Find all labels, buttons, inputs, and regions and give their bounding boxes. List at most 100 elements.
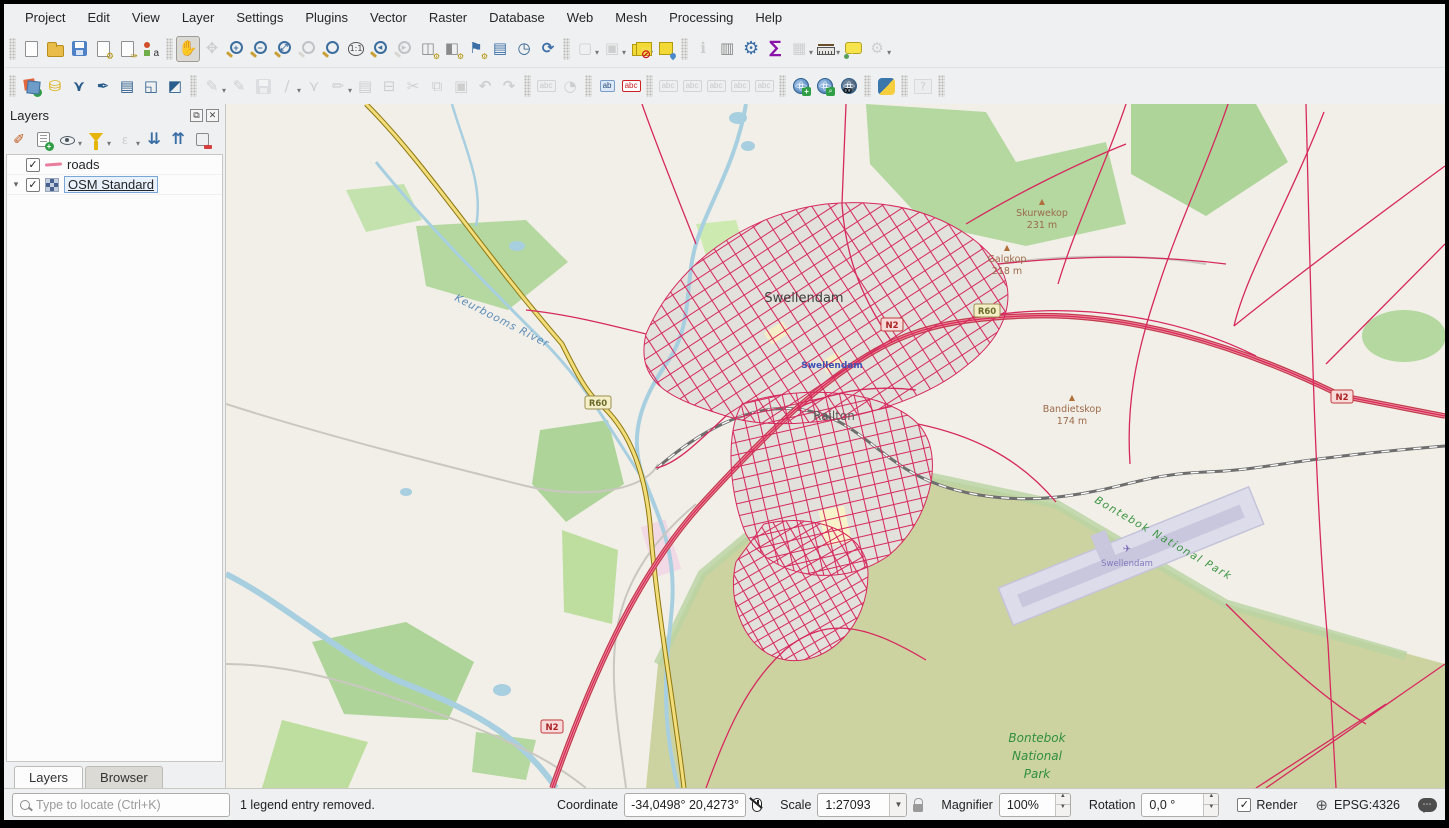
expand-all-button[interactable]: ⇊: [143, 128, 165, 150]
highlight-pinned-labels-button[interactable]: abc: [680, 73, 704, 99]
toolbar-drag-handle[interactable]: [190, 75, 197, 97]
current-edits-button[interactable]: ✎: [200, 73, 224, 99]
copy-features-button[interactable]: ⧉: [425, 73, 449, 99]
open-project-button[interactable]: [43, 36, 67, 62]
new-print-layout-button[interactable]: [91, 36, 115, 62]
new-virtual-layer-button[interactable]: ◱: [139, 73, 163, 99]
select-by-location-button[interactable]: [654, 36, 678, 62]
rotation-spinner[interactable]: 0,0 ° ▲▼: [1141, 793, 1219, 817]
zoom-to-selection-button[interactable]: [296, 36, 320, 62]
menu-plugins[interactable]: Plugins: [294, 7, 359, 28]
magnifier-spinner[interactable]: 100% ▲▼: [999, 793, 1071, 817]
themes-dropdown[interactable]: ▾: [78, 139, 82, 148]
digitize-button[interactable]: ∕: [275, 73, 299, 99]
zoom-to-layer-button[interactable]: [320, 36, 344, 62]
magnifier-spin-arrows[interactable]: ▲▼: [1055, 794, 1070, 816]
rotate-label-button[interactable]: abc: [728, 73, 752, 99]
save-project-button[interactable]: [67, 36, 91, 62]
attribute-table-button[interactable]: ▦: [787, 36, 811, 62]
python-console-button[interactable]: [874, 73, 898, 99]
render-checkbox[interactable]: ✓: [1237, 798, 1251, 812]
delete-selected-button[interactable]: ⊟: [377, 73, 401, 99]
layer-diagram-options-button[interactable]: abc: [619, 73, 643, 99]
save-edits-button[interactable]: [251, 73, 275, 99]
roads-visibility-checkbox[interactable]: ✓: [26, 158, 40, 172]
temporal-controller-button[interactable]: ◷: [512, 36, 536, 62]
layer-labeling-options-button[interactable]: ab: [595, 73, 619, 99]
zoom-out-button[interactable]: −: [248, 36, 272, 62]
new-spatialite-button[interactable]: ✒: [91, 73, 115, 99]
scale-lock-icon[interactable]: [913, 804, 923, 812]
coordinate-field[interactable]: -34,0498° 20,4273°: [624, 793, 746, 817]
manage-map-themes-button[interactable]: [56, 128, 78, 150]
scale-dropdown-icon[interactable]: ▼: [889, 794, 906, 816]
modify-attributes-button[interactable]: ▤: [353, 73, 377, 99]
options-button[interactable]: ⚙: [739, 36, 763, 62]
move-label-button[interactable]: abc: [704, 73, 728, 99]
statistical-summary-button[interactable]: ∑: [763, 36, 787, 62]
undo-button[interactable]: ↶: [473, 73, 497, 99]
menu-raster[interactable]: Raster: [418, 7, 478, 28]
menu-view[interactable]: View: [121, 7, 171, 28]
zoom-native-button[interactable]: 1:1: [344, 36, 368, 62]
add-feature-button[interactable]: ⋎: [302, 73, 326, 99]
expander-icon[interactable]: ▾: [11, 179, 21, 190]
vertex-tool-button[interactable]: ✏: [326, 73, 350, 99]
help-button[interactable]: ?: [911, 73, 935, 99]
filter-by-expression-button[interactable]: ε: [114, 128, 136, 150]
toolbar-drag-handle[interactable]: [166, 38, 173, 60]
menu-settings[interactable]: Settings: [225, 7, 294, 28]
new-spatial-bookmark-button[interactable]: ⚑⚙: [464, 36, 488, 62]
new-project-button[interactable]: [19, 36, 43, 62]
diagram-toolbar-button[interactable]: ◔: [558, 73, 582, 99]
toolbar-drag-handle[interactable]: [585, 75, 592, 97]
zoom-last-button[interactable]: ◂: [368, 36, 392, 62]
menu-mesh[interactable]: Mesh: [604, 7, 658, 28]
new-shapefile-button[interactable]: ⋎: [67, 73, 91, 99]
crs-indicator[interactable]: EPSG:4326: [1334, 798, 1400, 812]
identify-features-button[interactable]: ℹ: [691, 36, 715, 62]
osm-place-search-button[interactable]: oo: [837, 73, 861, 99]
pan-map-button[interactable]: ✋: [176, 36, 200, 62]
messages-bubble-icon[interactable]: ⋯: [1418, 798, 1437, 812]
panel-close-icon[interactable]: ✕: [206, 109, 219, 122]
filter-legend-dropdown[interactable]: ▾: [107, 139, 111, 148]
deselect-all-button[interactable]: [627, 36, 651, 62]
toolbar-drag-handle[interactable]: [901, 75, 908, 97]
collapse-all-button[interactable]: ⇈: [167, 128, 189, 150]
refresh-map-button[interactable]: ⟳: [536, 36, 560, 62]
remove-layer-button[interactable]: [191, 128, 213, 150]
menu-edit[interactable]: Edit: [76, 7, 120, 28]
toolbar-drag-handle[interactable]: [563, 38, 570, 60]
show-bookmarks-button[interactable]: ▤: [488, 36, 512, 62]
osm-visibility-checkbox[interactable]: ✓: [26, 178, 40, 192]
map-canvas[interactable]: ▲ Skurwekop 231 m ▲ Galgkop 218 m ▲ Band…: [226, 104, 1445, 788]
menu-help[interactable]: Help: [744, 7, 793, 28]
filter-legend-button[interactable]: [85, 128, 107, 150]
label-toolbar-button[interactable]: abc: [534, 73, 558, 99]
data-source-manager-button[interactable]: +: [19, 73, 43, 99]
toolbar-drag-handle[interactable]: [779, 75, 786, 97]
menu-layer[interactable]: Layer: [171, 7, 226, 28]
new-scratch-layer-button[interactable]: ▤: [115, 73, 139, 99]
rotation-spin-arrows[interactable]: ▲▼: [1203, 794, 1218, 816]
toolbar-drag-handle[interactable]: [681, 38, 688, 60]
map-tips-button[interactable]: [841, 36, 865, 62]
toolbar-drag-handle[interactable]: [646, 75, 653, 97]
new-map-view-button[interactable]: ◫⚙: [416, 36, 440, 62]
zoom-full-button[interactable]: ⤢: [272, 36, 296, 62]
change-label-button[interactable]: abc: [752, 73, 776, 99]
tab-layers[interactable]: Layers: [14, 766, 83, 788]
new-geopackage-button[interactable]: ⛁: [43, 73, 67, 99]
layer-name-osm-standard[interactable]: OSM Standard: [64, 176, 158, 193]
pan-to-selection-button[interactable]: ✥: [200, 36, 224, 62]
new-3d-map-view-button[interactable]: ◧⚙: [440, 36, 464, 62]
show-layout-manager-button[interactable]: [115, 36, 139, 62]
layer-row-roads[interactable]: ✓ roads: [7, 155, 222, 175]
expression-dropdown[interactable]: ▾: [136, 139, 140, 148]
toolbar-drag-handle[interactable]: [864, 75, 871, 97]
paste-features-button[interactable]: ▣: [449, 73, 473, 99]
style-manager-button[interactable]: [139, 36, 163, 62]
cut-features-button[interactable]: ✂: [401, 73, 425, 99]
layer-row-osm-standard[interactable]: ▾ ✓ OSM Standard: [7, 175, 222, 195]
